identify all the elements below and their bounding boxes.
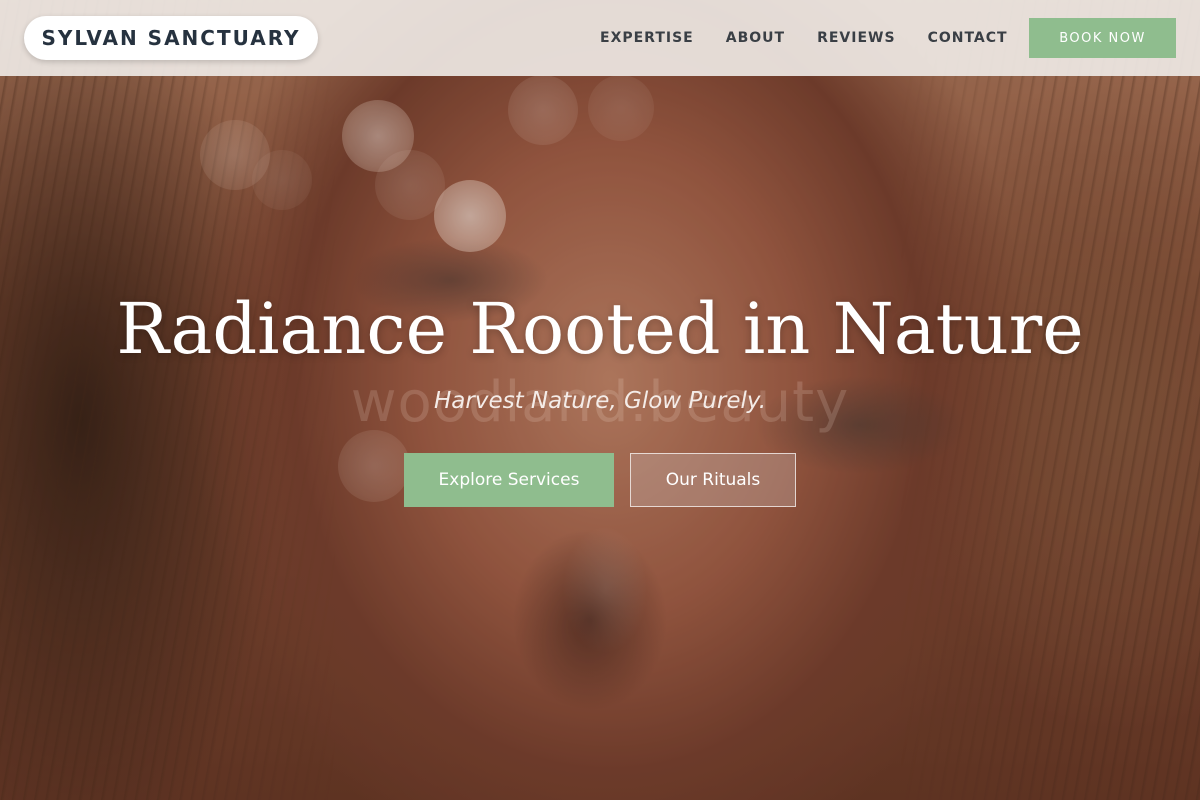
nav-link-contact[interactable]: CONTACT	[928, 30, 1008, 46]
nav-link-reviews[interactable]: REVIEWS	[817, 30, 895, 46]
our-rituals-button[interactable]: Our Rituals	[630, 453, 796, 507]
book-now-button[interactable]: BOOK NOW	[1029, 18, 1176, 58]
page: woodland.beauty Radiance Rooted in Natur…	[0, 0, 1200, 800]
logo-text: SYLVAN SANCTUARY	[41, 26, 301, 50]
explore-services-button[interactable]: Explore Services	[404, 453, 614, 507]
nav-link-about[interactable]: ABOUT	[726, 30, 785, 46]
hero-subtitle: Harvest Nature, Glow Purely.	[433, 388, 767, 414]
site-header: SYLVAN SANCTUARY EXPERTISE ABOUT REVIEWS…	[0, 0, 1200, 76]
hero-title: Radiance Rooted in Nature	[116, 288, 1084, 370]
main-nav: EXPERTISE ABOUT REVIEWS CONTACT	[600, 0, 1040, 76]
logo[interactable]: SYLVAN SANCTUARY	[24, 16, 318, 60]
nav-link-expertise[interactable]: EXPERTISE	[600, 30, 694, 46]
